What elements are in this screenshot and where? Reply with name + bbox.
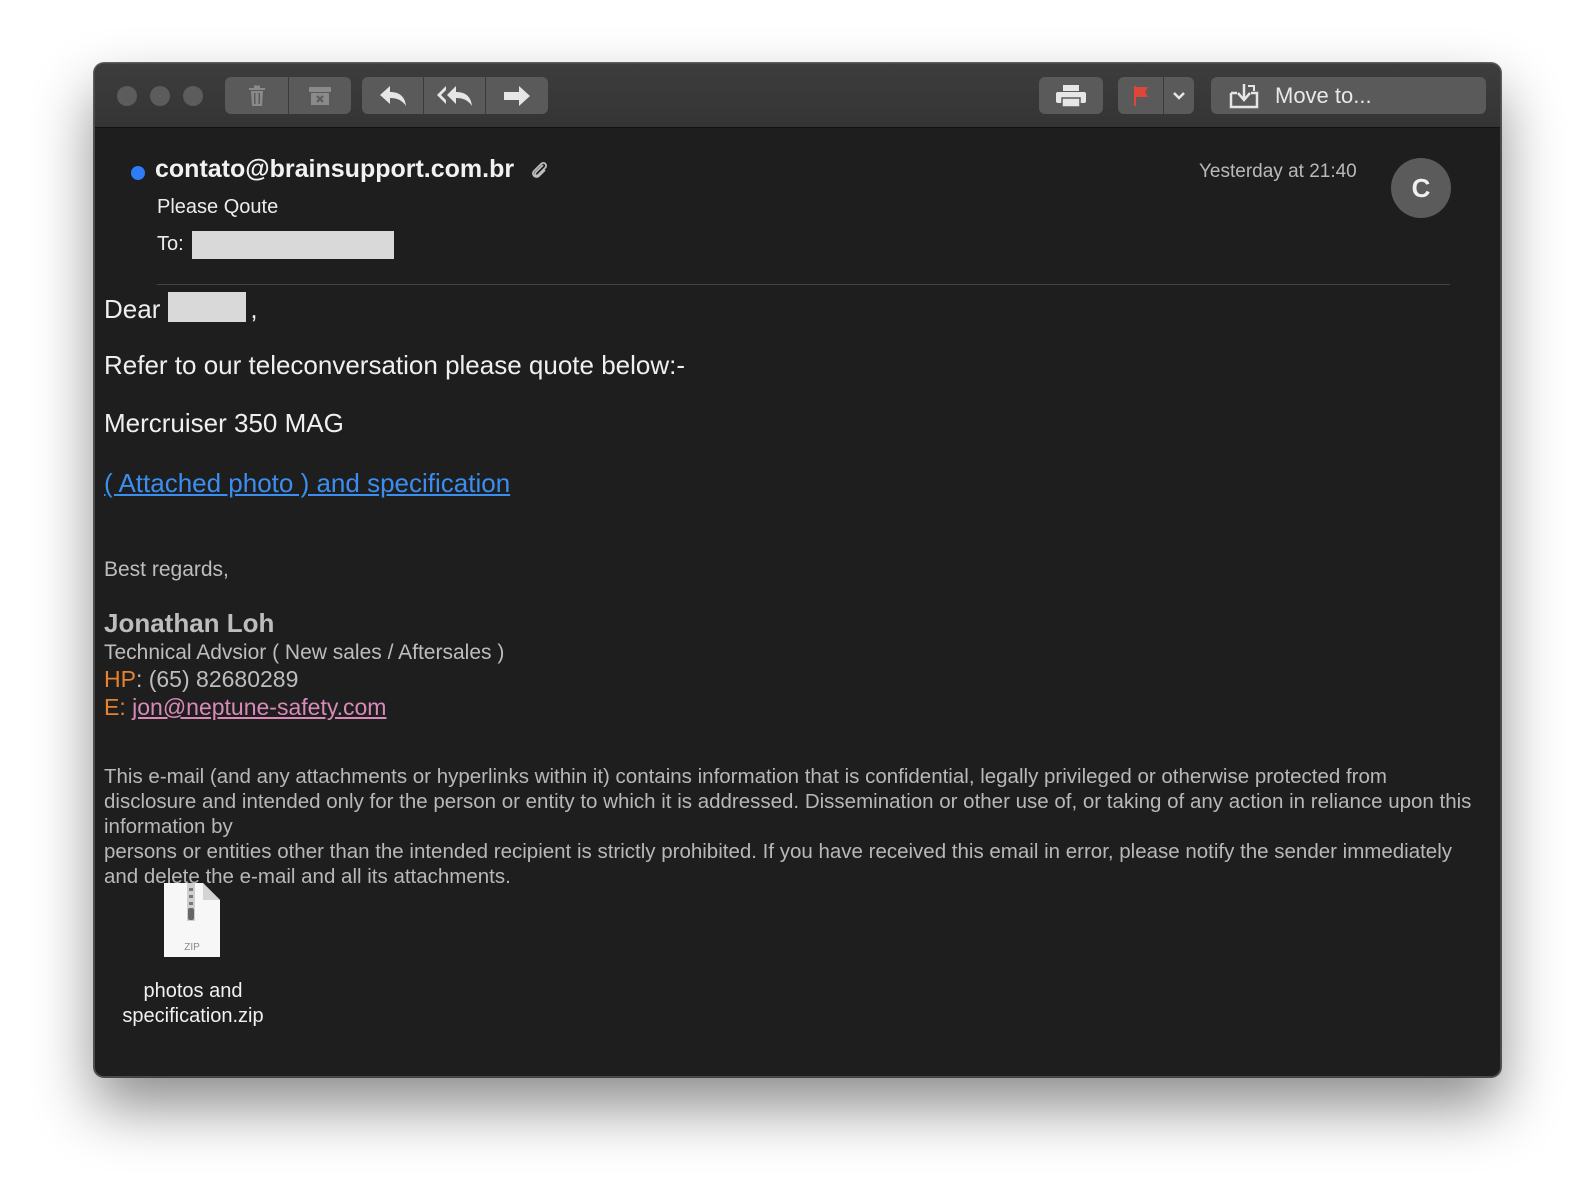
chevron-down-icon: [1173, 91, 1185, 100]
zoom-window-button[interactable]: [183, 86, 203, 106]
email-link[interactable]: jon@neptune-safety.com: [132, 694, 386, 720]
print-button[interactable]: [1039, 77, 1103, 114]
minimize-window-button[interactable]: [150, 86, 170, 106]
signature-phone: HP: (65) 82680289: [104, 666, 298, 693]
greeting: Dear,: [104, 292, 258, 325]
junk-button[interactable]: [289, 77, 351, 114]
header-divider: [157, 284, 1450, 285]
reply-all-button[interactable]: [424, 77, 486, 114]
greeting-suffix: ,: [250, 294, 258, 324]
attached-photo-link[interactable]: ( Attached photo ) and specification: [104, 468, 510, 498]
attachment-filename[interactable]: photos and specification.zip: [103, 979, 283, 1029]
delete-group: [225, 77, 351, 114]
redacted-name: [168, 292, 247, 322]
mail-window: Move to... contato@brainsupport.com.br P…: [94, 63, 1501, 1077]
disclaimer-paragraph-1: This e-mail (and any attachments or hype…: [104, 765, 1472, 838]
unread-indicator: [131, 166, 145, 180]
reply-button[interactable]: [362, 77, 424, 114]
phone-label: HP: [104, 666, 136, 692]
move-tray-icon: [1229, 83, 1259, 108]
body-line-2: Mercruiser 350 MAG: [104, 408, 344, 438]
regards: Best regards,: [104, 558, 229, 581]
attachment-filename-line-2: specification.zip: [122, 1005, 264, 1027]
sender-address[interactable]: contato@brainsupport.com.br: [155, 155, 514, 184]
disclaimer: This e-mail (and any attachments or hype…: [104, 764, 1484, 889]
forward-button[interactable]: [486, 77, 548, 114]
printer-icon: [1056, 84, 1086, 108]
signature-email: E: jon@neptune-safety.com: [104, 694, 386, 721]
reply-all-icon: [436, 85, 472, 106]
delete-button[interactable]: [225, 77, 289, 114]
trash-icon: [248, 85, 265, 106]
attached-photo-link-row: ( Attached photo ) and specification: [104, 468, 510, 499]
zip-file-icon[interactable]: ZIP: [163, 882, 221, 958]
toolbar: Move to...: [95, 64, 1500, 128]
subject-line: Please Qoute: [157, 196, 279, 218]
flag-icon: [1133, 85, 1148, 106]
flag-group: [1118, 77, 1194, 114]
to-label: To:: [157, 233, 184, 255]
reply-icon: [379, 85, 406, 106]
phone-value: : (65) 82680289: [135, 666, 299, 692]
attachment-filename-line-1: photos and: [143, 980, 243, 1002]
signature-title: Technical Advsior ( New sales / Aftersal…: [104, 641, 505, 664]
paperclip-icon: [532, 162, 547, 178]
redacted-recipient: [192, 231, 394, 259]
email-separator: :: [119, 694, 133, 720]
signature-name: Jonathan Loh: [104, 608, 275, 638]
disclaimer-paragraph-2: persons or entities other than the inten…: [104, 840, 1453, 888]
flag-button[interactable]: [1118, 77, 1164, 114]
junk-box-icon: [309, 86, 331, 105]
close-window-button[interactable]: [117, 86, 137, 106]
greeting-prefix: Dear: [104, 294, 161, 324]
zip-badge: ZIP: [184, 942, 200, 953]
forward-arrow-icon: [504, 85, 530, 106]
reply-group: [362, 77, 548, 114]
email-label: E: [104, 694, 120, 720]
sender-avatar: C: [1391, 158, 1451, 218]
body-line-1: Refer to our teleconversation please quo…: [104, 350, 686, 380]
flag-menu-button[interactable]: [1164, 77, 1194, 114]
print-group: [1039, 77, 1103, 114]
move-to-label: Move to...: [1275, 82, 1372, 108]
move-to-button[interactable]: Move to...: [1211, 77, 1486, 114]
message-date: Yesterday at 21:40: [1199, 161, 1357, 182]
